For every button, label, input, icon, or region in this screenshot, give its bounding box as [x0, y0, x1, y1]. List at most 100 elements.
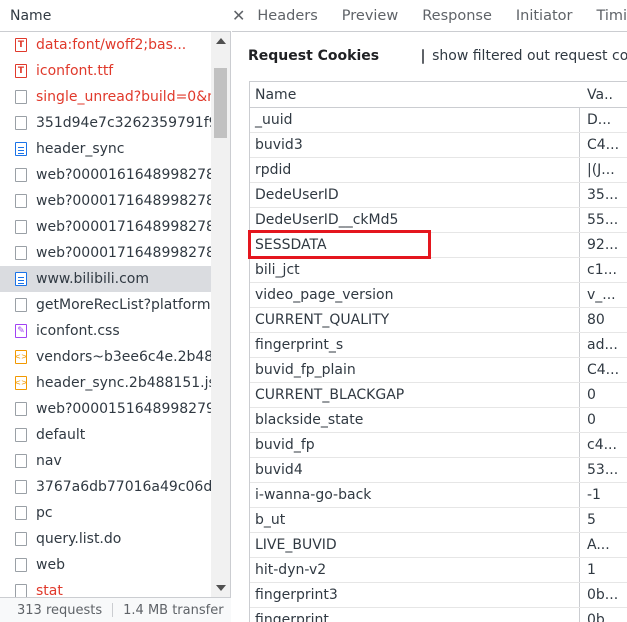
cookie-row[interactable]: buvid4 53... — [250, 458, 627, 483]
cookie-row[interactable]: CURRENT_BLACKGAP 0 — [250, 383, 627, 408]
file-icon — [15, 246, 27, 260]
request-row[interactable]: www.bilibili.com — [0, 266, 211, 292]
request-row[interactable]: 351d94e7c3262359791f9d — [0, 110, 211, 136]
cookie-name: buvid_fp — [255, 437, 315, 453]
show-filtered-label[interactable]: show filtered out request coo — [432, 48, 627, 64]
request-name: single_unread?build=0&m — [36, 89, 211, 105]
request-name: header_sync.2b488151.js — [36, 375, 211, 391]
cookie-row[interactable]: LIVE_BUVID A... — [250, 533, 627, 558]
request-name: web?00001716489982788 — [36, 245, 211, 261]
column-header-name[interactable]: Name — [255, 82, 296, 108]
request-row[interactable]: web?00001716489982788 — [0, 240, 211, 266]
request-row[interactable]: single_unread?build=0&m — [0, 84, 211, 110]
request-name: getMoreRecList?platform= — [36, 297, 211, 313]
cookie-row[interactable]: bili_jct c1... — [250, 258, 627, 283]
request-row[interactable]: web?00001616489982788 — [0, 162, 211, 188]
status-separator — [112, 603, 114, 617]
request-row[interactable]: default — [0, 422, 211, 448]
cookie-name: _uuid — [255, 112, 293, 128]
request-row[interactable]: header_sync — [0, 136, 211, 162]
cookie-value: 0b... — [587, 587, 619, 603]
cookie-value: 80 — [587, 312, 605, 328]
tab-timing[interactable]: Timi — [584, 0, 627, 32]
column-header-value[interactable]: Va.. — [587, 82, 613, 108]
request-name: nav — [36, 453, 62, 469]
file-icon — [15, 298, 27, 312]
request-name: default — [36, 427, 86, 443]
request-row[interactable]: web?00001716489982788 — [0, 214, 211, 240]
cookie-value: 92... — [587, 237, 619, 253]
tab-preview[interactable]: Preview — [330, 0, 410, 32]
cookie-row[interactable]: b_ut 5 — [250, 508, 627, 533]
cookie-value: c1... — [587, 262, 617, 278]
cookie-row[interactable]: _uuid D... — [250, 108, 627, 133]
file-icon — [15, 480, 27, 494]
tab-initiator[interactable]: Initiator — [504, 0, 585, 32]
cookie-name: fingerprint — [255, 612, 329, 622]
cookie-value: 35... — [587, 187, 619, 203]
request-name: 351d94e7c3262359791f9d — [36, 115, 211, 131]
script-file-icon: <> — [14, 350, 28, 364]
request-row[interactable]: <> vendors~b3ee6c4e.2b488. — [0, 344, 211, 370]
request-row[interactable]: ✎ iconfont.css — [0, 318, 211, 344]
cookie-row[interactable]: rpdid |(J... — [250, 158, 627, 183]
request-name: pc — [36, 505, 53, 521]
request-row[interactable]: <> header_sync.2b488151.js — [0, 370, 211, 396]
tab-headers[interactable]: Headers — [245, 0, 329, 32]
tab-response[interactable]: Response — [410, 0, 504, 32]
cookie-name: rpdid — [255, 162, 292, 178]
request-row[interactable]: pc — [0, 500, 211, 526]
request-name: iconfont.ttf — [36, 63, 114, 79]
cookie-row[interactable]: fingerprint3 0b... — [250, 583, 627, 608]
request-row[interactable]: web?00001716489982788 — [0, 188, 211, 214]
request-row[interactable]: getMoreRecList?platform= — [0, 292, 211, 318]
cookie-row[interactable]: CURRENT_QUALITY 80 — [250, 308, 627, 333]
scroll-up-arrow-icon[interactable] — [216, 38, 226, 44]
request-row[interactable]: query.list.do — [0, 526, 211, 552]
request-name: header_sync — [36, 141, 125, 157]
cookie-name: buvid3 — [255, 137, 303, 153]
cookie-value: 0 — [587, 387, 596, 403]
file-icon — [15, 402, 27, 416]
request-name: 3767a6db77016a49c06db. — [36, 479, 211, 495]
request-row[interactable]: web — [0, 552, 211, 578]
cookie-row[interactable]: hit-dyn-v2 1 — [250, 558, 627, 583]
script-file-icon: <> — [14, 376, 28, 390]
cookie-name: LIVE_BUVID — [255, 537, 337, 553]
cookie-row[interactable]: fingerprint_s ad... — [250, 333, 627, 358]
cookie-row[interactable]: DedeUserID 35... — [250, 183, 627, 208]
cookie-name: b_ut — [255, 512, 286, 528]
request-details-pane: ✕ Headers Preview Response Initiator Tim… — [232, 0, 627, 622]
scrollbar-thumb[interactable] — [214, 68, 227, 138]
cookie-row[interactable]: buvid_fp_plain C4... — [250, 358, 627, 383]
cookie-value: 5 — [587, 512, 596, 528]
request-row[interactable]: Ticonfont.ttf — [0, 58, 211, 84]
file-icon — [15, 220, 27, 234]
file-icon — [15, 428, 27, 442]
cookie-row[interactable]: buvid_fp c4... — [250, 433, 627, 458]
scroll-down-arrow-icon[interactable] — [216, 585, 226, 591]
cookie-name: buvid4 — [255, 462, 303, 478]
request-row[interactable]: Tdata:font/woff2;bas... — [0, 32, 211, 58]
show-filtered-checkbox[interactable] — [422, 48, 425, 64]
request-row[interactable]: stat — [0, 578, 211, 597]
network-status-bar: 313 requests 1.4 MB transfer — [0, 597, 231, 622]
cookie-value: 1 — [587, 562, 596, 578]
request-list-scrollbar[interactable] — [211, 32, 230, 597]
close-details-icon[interactable]: ✕ — [232, 6, 245, 25]
file-icon — [15, 584, 27, 597]
cookie-row[interactable]: buvid3 C4... — [250, 133, 627, 158]
cookie-row[interactable]: video_page_version v_... — [250, 283, 627, 308]
request-row[interactable]: 3767a6db77016a49c06db. — [0, 474, 211, 500]
file-icon — [15, 506, 27, 520]
cookie-row[interactable]: i-wanna-go-back -1 — [250, 483, 627, 508]
file-icon — [15, 116, 27, 130]
request-name: web?00001716489982788 — [36, 193, 211, 209]
request-row[interactable]: nav — [0, 448, 211, 474]
name-column-header[interactable]: Name — [0, 0, 231, 32]
cookie-row[interactable]: blackside_state 0 — [250, 408, 627, 433]
request-row[interactable]: web?00001516489982791 — [0, 396, 211, 422]
cookie-name: fingerprint_s — [255, 337, 344, 353]
cookie-value: C4... — [587, 137, 620, 153]
cookie-row[interactable]: fingerprint 0b... — [250, 608, 627, 622]
